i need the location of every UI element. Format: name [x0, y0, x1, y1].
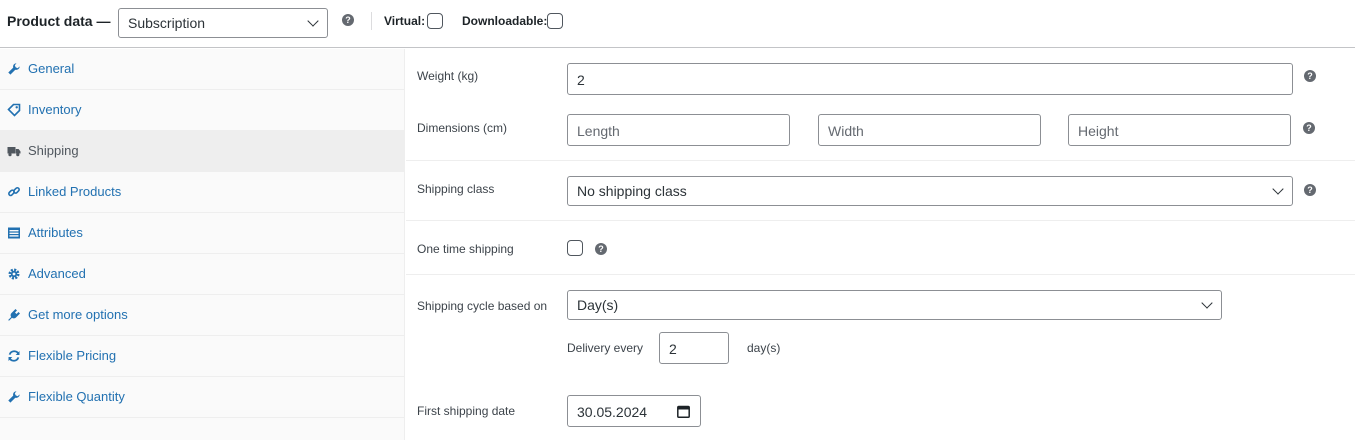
shipping-cycle-value: Day(s) — [577, 297, 619, 313]
link-icon — [8, 186, 20, 197]
tab-label: General — [28, 61, 75, 76]
length-placeholder: Length — [577, 123, 620, 139]
header-divider — [371, 12, 372, 30]
tab-label: Attributes — [28, 225, 83, 240]
section-divider — [406, 274, 1355, 275]
downloadable-label: Downloadable: — [462, 14, 548, 28]
section-divider — [406, 220, 1355, 221]
width-placeholder: Width — [828, 123, 864, 139]
tab-label: Get more options — [28, 307, 128, 322]
gear-icon — [8, 268, 20, 280]
help-icon[interactable]: ? — [1303, 122, 1315, 134]
help-icon[interactable]: ? — [342, 14, 354, 26]
tab-get-more-options[interactable]: Get more options — [0, 295, 404, 336]
chevron-down-icon — [307, 15, 319, 27]
plugin-icon — [8, 309, 20, 321]
help-icon[interactable]: ? — [595, 243, 607, 255]
shipping-class-value: No shipping class — [577, 183, 687, 199]
tab-inventory[interactable]: Inventory — [0, 90, 404, 131]
wrench-icon — [8, 391, 20, 403]
truck-icon — [7, 147, 21, 157]
tab-label: Flexible Quantity — [28, 389, 125, 404]
dimensions-label: Dimensions (cm) — [417, 121, 508, 135]
one-time-shipping-label: One time shipping — [417, 242, 514, 256]
calendar-icon[interactable] — [677, 405, 690, 418]
first-shipping-date-label: First shipping date — [417, 404, 516, 418]
tab-label: Advanced — [28, 266, 86, 281]
tab-label: Inventory — [28, 102, 82, 117]
refresh-icon — [8, 350, 20, 362]
tab-advanced[interactable]: Advanced — [0, 254, 404, 295]
tab-linked-products[interactable]: Linked Products — [0, 172, 404, 213]
length-input[interactable]: Length — [567, 114, 790, 146]
tab-flexible-quantity[interactable]: Flexible Quantity — [0, 377, 404, 418]
shipping-class-label: Shipping class — [417, 182, 495, 196]
tab-shipping[interactable]: Shipping — [0, 131, 404, 172]
weight-value: 2 — [577, 72, 585, 88]
width-input[interactable]: Width — [818, 114, 1041, 146]
downloadable-checkbox[interactable] — [547, 13, 563, 29]
shipping-cycle-label: Shipping cycle based on — [417, 299, 548, 313]
delivery-unit-label: day(s) — [747, 341, 781, 355]
product-data-tabs: General Inventory Shipping Linked Produc… — [0, 49, 405, 440]
tab-attributes[interactable]: Attributes — [0, 213, 404, 254]
list-icon — [8, 227, 20, 239]
tag-icon — [7, 103, 21, 117]
virtual-label: Virtual: — [384, 14, 426, 28]
product-type-select[interactable]: Subscription — [118, 8, 328, 38]
weight-label: Weight (kg) — [417, 69, 479, 83]
one-time-shipping-checkbox[interactable] — [567, 240, 583, 256]
product-type-value: Subscription — [128, 15, 206, 31]
weight-input[interactable]: 2 — [567, 63, 1293, 95]
tab-general[interactable]: General — [0, 49, 404, 90]
tab-label: Linked Products — [28, 184, 122, 199]
tab-label: Shipping — [28, 143, 79, 158]
shipping-panel — [406, 49, 1355, 440]
section-divider — [406, 160, 1355, 161]
shipping-class-select[interactable]: No shipping class — [567, 176, 1293, 206]
height-input[interactable]: Height — [1068, 114, 1291, 146]
wrench-icon — [8, 63, 20, 75]
height-placeholder: Height — [1078, 123, 1119, 139]
virtual-checkbox[interactable] — [427, 13, 443, 29]
first-shipping-date-value: 30.05.2024 — [577, 404, 648, 420]
delivery-every-label: Delivery every — [567, 341, 644, 355]
help-icon[interactable]: ? — [1304, 184, 1316, 196]
tab-flexible-pricing[interactable]: Flexible Pricing — [0, 336, 404, 377]
product-data-title: Product data — — [7, 13, 111, 29]
delivery-every-value: 2 — [669, 341, 677, 357]
tab-label: Flexible Pricing — [28, 348, 117, 363]
chevron-down-icon — [1272, 183, 1284, 195]
chevron-down-icon — [1201, 297, 1213, 309]
help-icon[interactable]: ? — [1304, 70, 1316, 82]
product-data-header: Product data — Subscription ? Virtual: D… — [0, 0, 1355, 48]
delivery-every-input[interactable]: 2 — [659, 332, 729, 364]
shipping-cycle-select[interactable]: Day(s) — [567, 290, 1222, 320]
first-shipping-date-input[interactable]: 30.05.2024 — [567, 395, 701, 427]
